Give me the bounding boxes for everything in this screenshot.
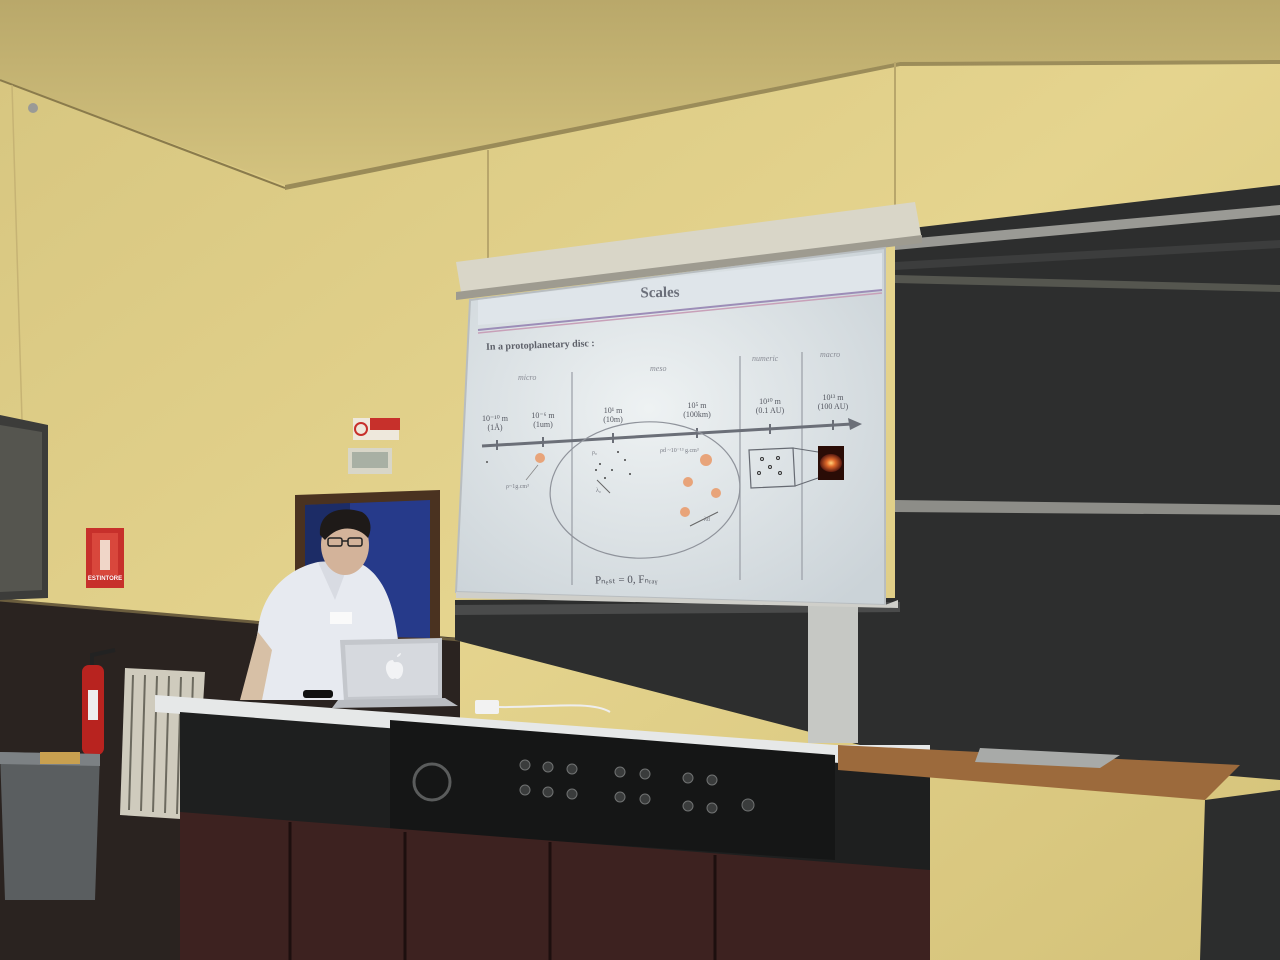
planetesimal <box>680 507 690 517</box>
region-label: meso <box>650 364 667 373</box>
region-label: numeric <box>752 354 779 363</box>
scale-label: 10¹³ m (100 AU) <box>817 393 849 411</box>
scale-label: 10⁻⁶ m (1um) <box>531 411 555 429</box>
density-note: ρ₀ <box>592 450 598 456</box>
scale-label: 10⁵ m (100km) <box>683 401 711 419</box>
wavelength-note: λ₀ <box>596 488 602 494</box>
wall-sensor <box>28 103 38 113</box>
scale-label: 10¹⁰ m (0.1 AU) <box>755 397 785 415</box>
scale-label: 10¹ m (10m) <box>603 406 623 424</box>
planetesimal <box>711 488 721 498</box>
remote-control <box>303 690 333 698</box>
region-label: macro <box>820 350 841 359</box>
density-note: ρ~1g.cm³ <box>506 484 529 490</box>
room-scene <box>0 0 1280 960</box>
power-adapter <box>475 700 499 714</box>
dust-density-note: ρd ~10⁻¹³ g.cm³ <box>660 448 699 454</box>
lecture-room-photo: Scales In a protoplanetary disc : micro … <box>0 0 1280 960</box>
planetesimal <box>700 454 712 466</box>
trash-bin <box>0 752 100 900</box>
slide-title: Scales <box>640 284 680 302</box>
wavelength-note: λd <box>704 517 710 523</box>
region-label: micro <box>518 373 537 382</box>
slide-footer-equation: Pₙₑₛₜ = 0, Fₙᵣₐᵧ <box>594 573 658 587</box>
grain-particle <box>535 453 545 463</box>
extinguisher-sign-label: ESTINTORE <box>87 576 123 582</box>
blackboard-frame <box>808 598 858 743</box>
planetesimal <box>683 477 693 487</box>
